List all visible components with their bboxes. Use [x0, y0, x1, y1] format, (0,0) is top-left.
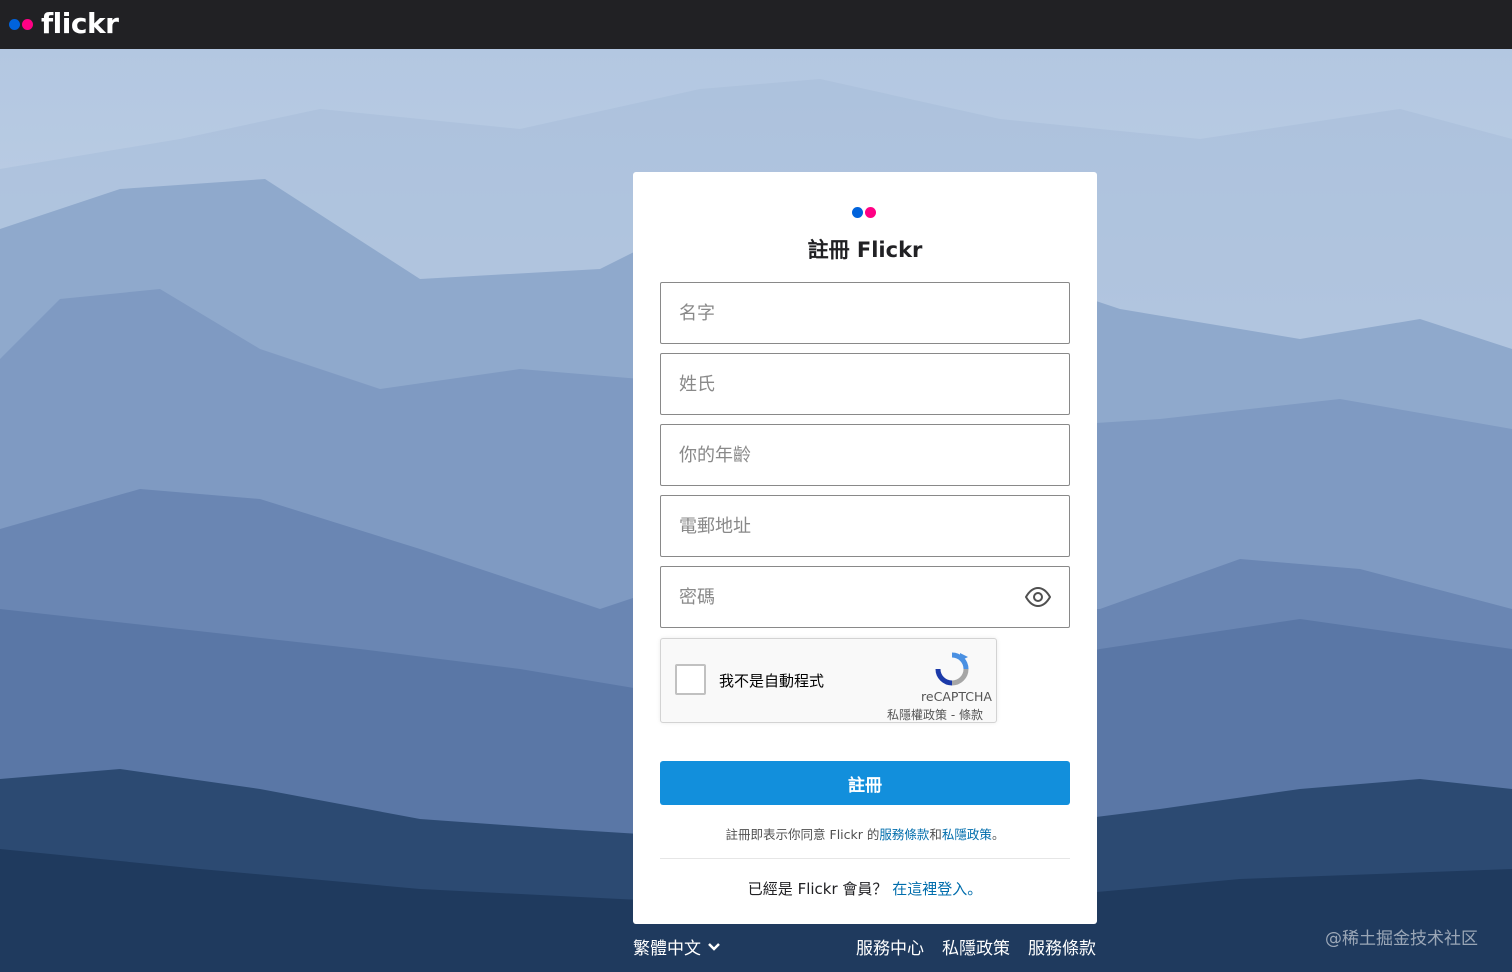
- logo-wordmark: flickr: [41, 7, 119, 40]
- footer-links: 服務中心 私隱政策 服務條款: [838, 934, 1096, 959]
- tos-link[interactable]: 服務條款: [879, 827, 929, 842]
- signin-prompt: 已經是 Flickr 會員？ 在這裡登入。: [633, 878, 1097, 899]
- email-input[interactable]: [661, 496, 1069, 556]
- logo-pink-dot: [22, 18, 33, 30]
- recaptcha-terms-link[interactable]: 條款: [959, 708, 983, 722]
- age-field: [660, 424, 1070, 486]
- signup-button[interactable]: 註冊: [660, 761, 1070, 805]
- signin-link[interactable]: 在這裡登入。: [892, 880, 982, 898]
- recaptcha-separator: -: [947, 708, 959, 722]
- footer-link-help[interactable]: 服務中心: [856, 934, 924, 959]
- logo-blue-dot: [9, 18, 20, 30]
- flickr-logo[interactable]: flickr: [9, 7, 119, 40]
- chevron-down-icon: [708, 942, 720, 951]
- terms-and: 和: [929, 827, 942, 842]
- footer-link-terms[interactable]: 服務條款: [1028, 934, 1096, 959]
- signup-card: 註冊 Flickr 我不是自動程式 reCAPTCHA 私隱權政策 - 條款 註…: [633, 172, 1097, 924]
- last-name-field: [660, 353, 1070, 415]
- terms-prefix: 註冊即表示你同意 Flickr 的: [725, 827, 880, 842]
- card-logo-blue-dot: [852, 207, 863, 218]
- password-field: [660, 566, 1070, 628]
- recaptcha-checkbox[interactable]: [675, 664, 706, 695]
- last-name-input[interactable]: [661, 354, 1069, 414]
- card-logo-pink-dot: [865, 207, 876, 218]
- footer-link-privacy[interactable]: 私隱政策: [942, 934, 1010, 959]
- language-selector[interactable]: 繁體中文: [633, 934, 721, 959]
- divider: [660, 858, 1070, 859]
- recaptcha-widget: 我不是自動程式 reCAPTCHA 私隱權政策 - 條款: [660, 638, 997, 723]
- recaptcha-brand: reCAPTCHA: [921, 689, 992, 704]
- signin-prefix: 已經是 Flickr 會員？: [747, 880, 888, 898]
- first-name-field: [660, 282, 1070, 344]
- recaptcha-privacy-link[interactable]: 私隱權政策: [887, 708, 947, 722]
- watermark: @稀土掘金技术社区: [1325, 929, 1478, 949]
- first-name-input[interactable]: [661, 283, 1069, 343]
- language-label: 繁體中文: [633, 939, 701, 959]
- privacy-link[interactable]: 私隱政策: [942, 827, 992, 842]
- card-flickr-logo: [852, 207, 876, 218]
- recaptcha-icon: [935, 652, 969, 686]
- password-input[interactable]: [661, 567, 1069, 627]
- terms-notice: 註冊即表示你同意 Flickr 的服務條款和私隱政策。: [633, 824, 1097, 843]
- email-field: [660, 495, 1070, 557]
- top-bar: flickr: [0, 0, 1512, 49]
- age-input[interactable]: [661, 425, 1069, 485]
- recaptcha-legal: 私隱權政策 - 條款: [887, 706, 983, 723]
- recaptcha-label: 我不是自動程式: [719, 672, 825, 690]
- page-title: 註冊 Flickr: [807, 238, 923, 262]
- eye-icon[interactable]: [1025, 587, 1051, 607]
- terms-suffix: 。: [991, 827, 1005, 842]
